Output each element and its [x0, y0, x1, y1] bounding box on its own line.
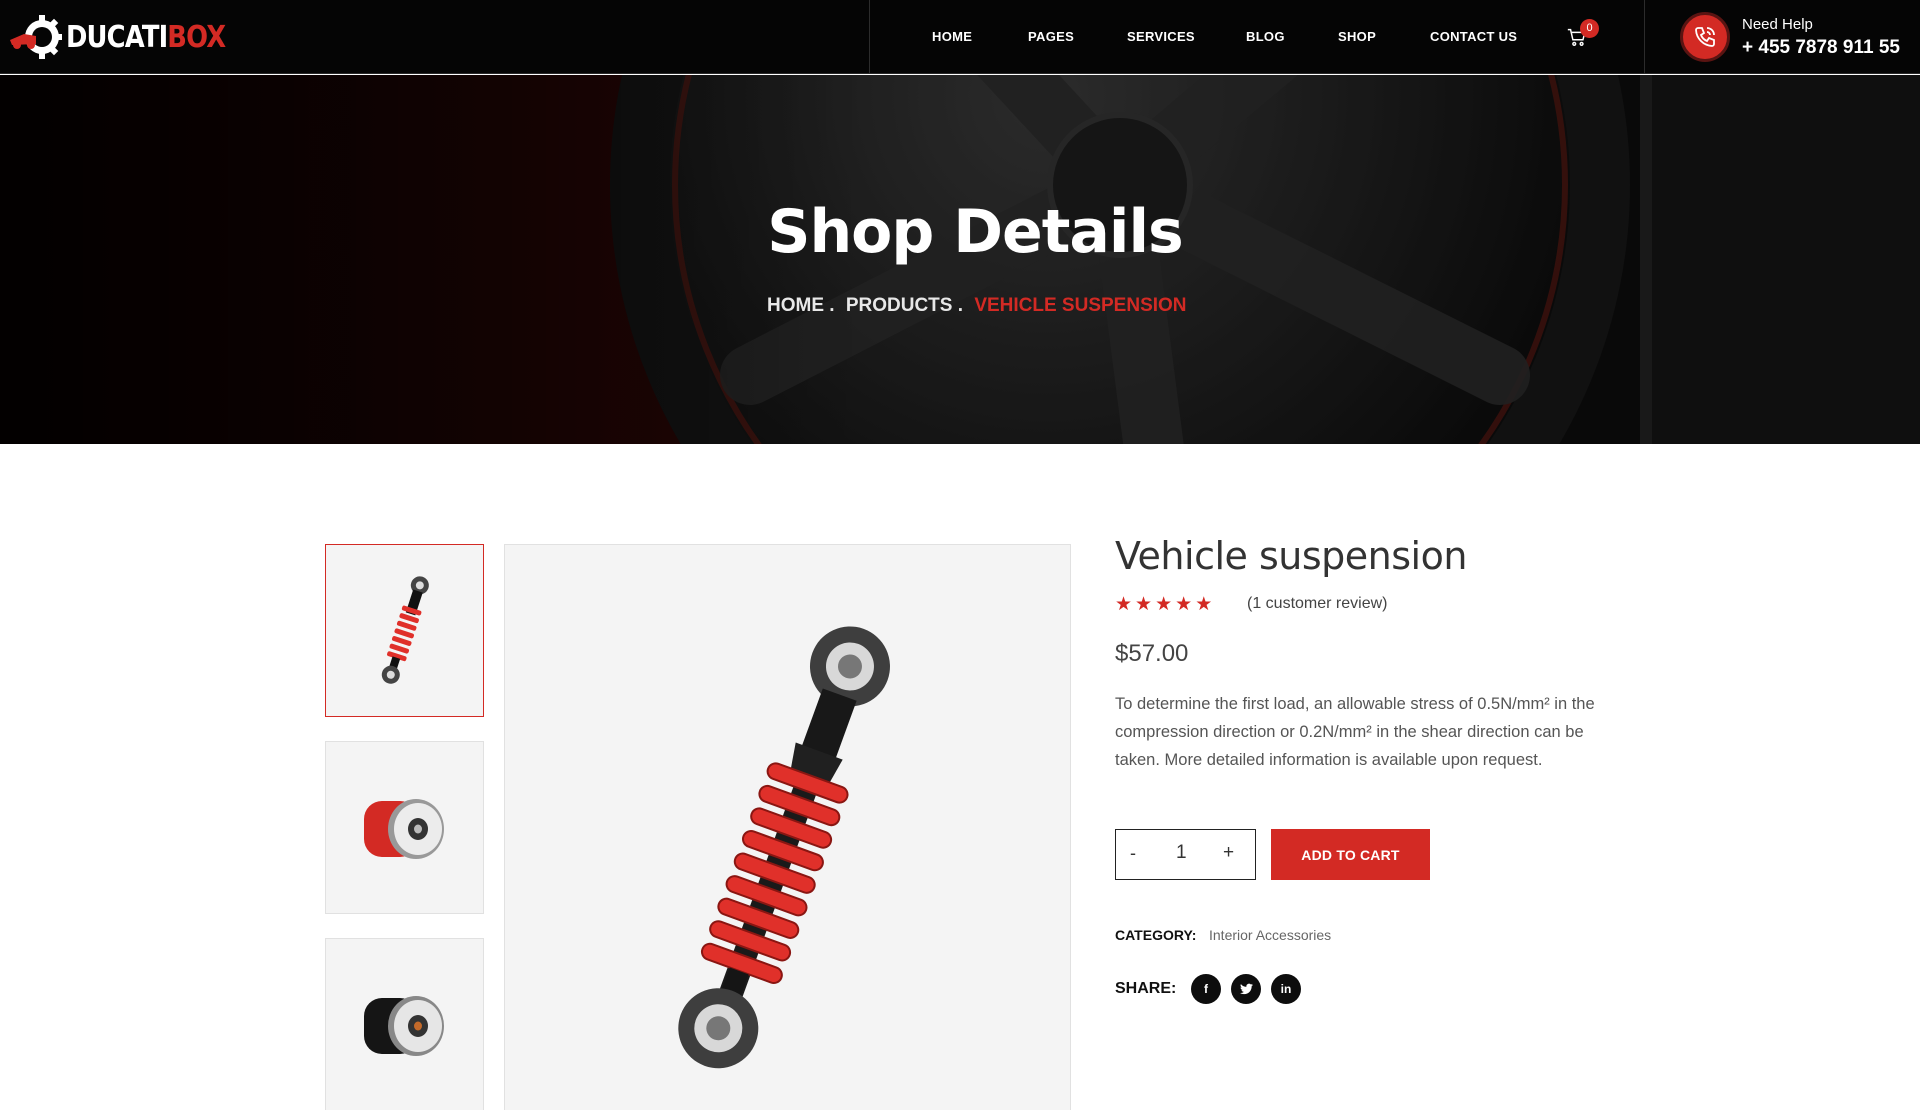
help-phone[interactable]: + 455 7878 911 55: [1742, 37, 1900, 59]
oil-filter-red-thumb-image: [363, 798, 444, 859]
cart-count-badge: 0: [1580, 19, 1599, 38]
oil-filter-black-thumb-image: [363, 995, 444, 1056]
nav-home[interactable]: HOME: [932, 29, 972, 44]
breadcrumb-products[interactable]: PRODUCTS .: [846, 295, 963, 316]
twitter-icon[interactable]: [1231, 974, 1261, 1004]
linkedin-icon[interactable]: in: [1271, 974, 1301, 1004]
nav-shop[interactable]: SHOP: [1338, 29, 1376, 44]
category-link[interactable]: Interior Accessories: [1209, 927, 1331, 943]
add-to-cart-button[interactable]: ADD TO CART: [1271, 829, 1430, 880]
star-icon: ★: [1175, 594, 1193, 615]
breadcrumb: HOME . PRODUCTS . VEHICLE SUSPENSION: [767, 295, 1193, 317]
rating-stars: ★ ★ ★ ★ ★: [1115, 595, 1212, 615]
star-icon: ★: [1135, 594, 1153, 615]
breadcrumb-home[interactable]: HOME .: [767, 295, 835, 316]
product-title: Vehicle suspension: [1115, 534, 1467, 578]
quantity-decrease-button[interactable]: -: [1130, 843, 1136, 864]
shock-absorber-image: [678, 626, 890, 1069]
thumbnail-suspension[interactable]: [325, 544, 484, 717]
nav-divider: [1644, 0, 1645, 74]
thumbnail-oil-filter-red[interactable]: [325, 741, 484, 914]
star-icon: ★: [1115, 594, 1133, 615]
star-icon: ★: [1155, 594, 1173, 615]
review-count-link[interactable]: (1 customer review): [1247, 595, 1387, 613]
share-label: SHARE:: [1115, 980, 1177, 997]
star-icon: ★: [1195, 594, 1213, 615]
quantity-increase-button[interactable]: +: [1223, 842, 1234, 864]
product-price: $57.00: [1115, 640, 1189, 667]
main-product-image[interactable]: [504, 544, 1071, 1110]
quantity-stepper: - 1 +: [1115, 829, 1256, 880]
page-hero-banner: Shop Details HOME . PRODUCTS . VEHICLE S…: [0, 75, 1920, 444]
page-title: Shop Details: [767, 197, 1184, 267]
nav-contact[interactable]: CONTACT US: [1430, 29, 1517, 44]
nav-pages[interactable]: PAGES: [1028, 29, 1074, 44]
phone-icon[interactable]: [1680, 12, 1730, 62]
shock-absorber-thumb-image: [381, 575, 429, 684]
category-label: CATEGORY:: [1115, 927, 1197, 943]
facebook-icon[interactable]: f: [1191, 974, 1221, 1004]
main-nav: HOME PAGES SERVICES BLOG SHOP CONTACT US: [0, 0, 1920, 74]
breadcrumb-current: VEHICLE SUSPENSION: [974, 295, 1187, 316]
quantity-input[interactable]: 1: [1176, 842, 1187, 864]
help-label: Need Help: [1742, 16, 1813, 33]
nav-blog[interactable]: BLOG: [1246, 29, 1285, 44]
nav-services[interactable]: SERVICES: [1127, 29, 1195, 44]
product-description: To determine the first load, an allowabl…: [1115, 695, 1595, 769]
thumbnail-oil-filter-black[interactable]: [325, 938, 484, 1110]
site-header: DUCATIBOX HOME PAGES SERVICES BLOG SHOP …: [0, 0, 1920, 74]
